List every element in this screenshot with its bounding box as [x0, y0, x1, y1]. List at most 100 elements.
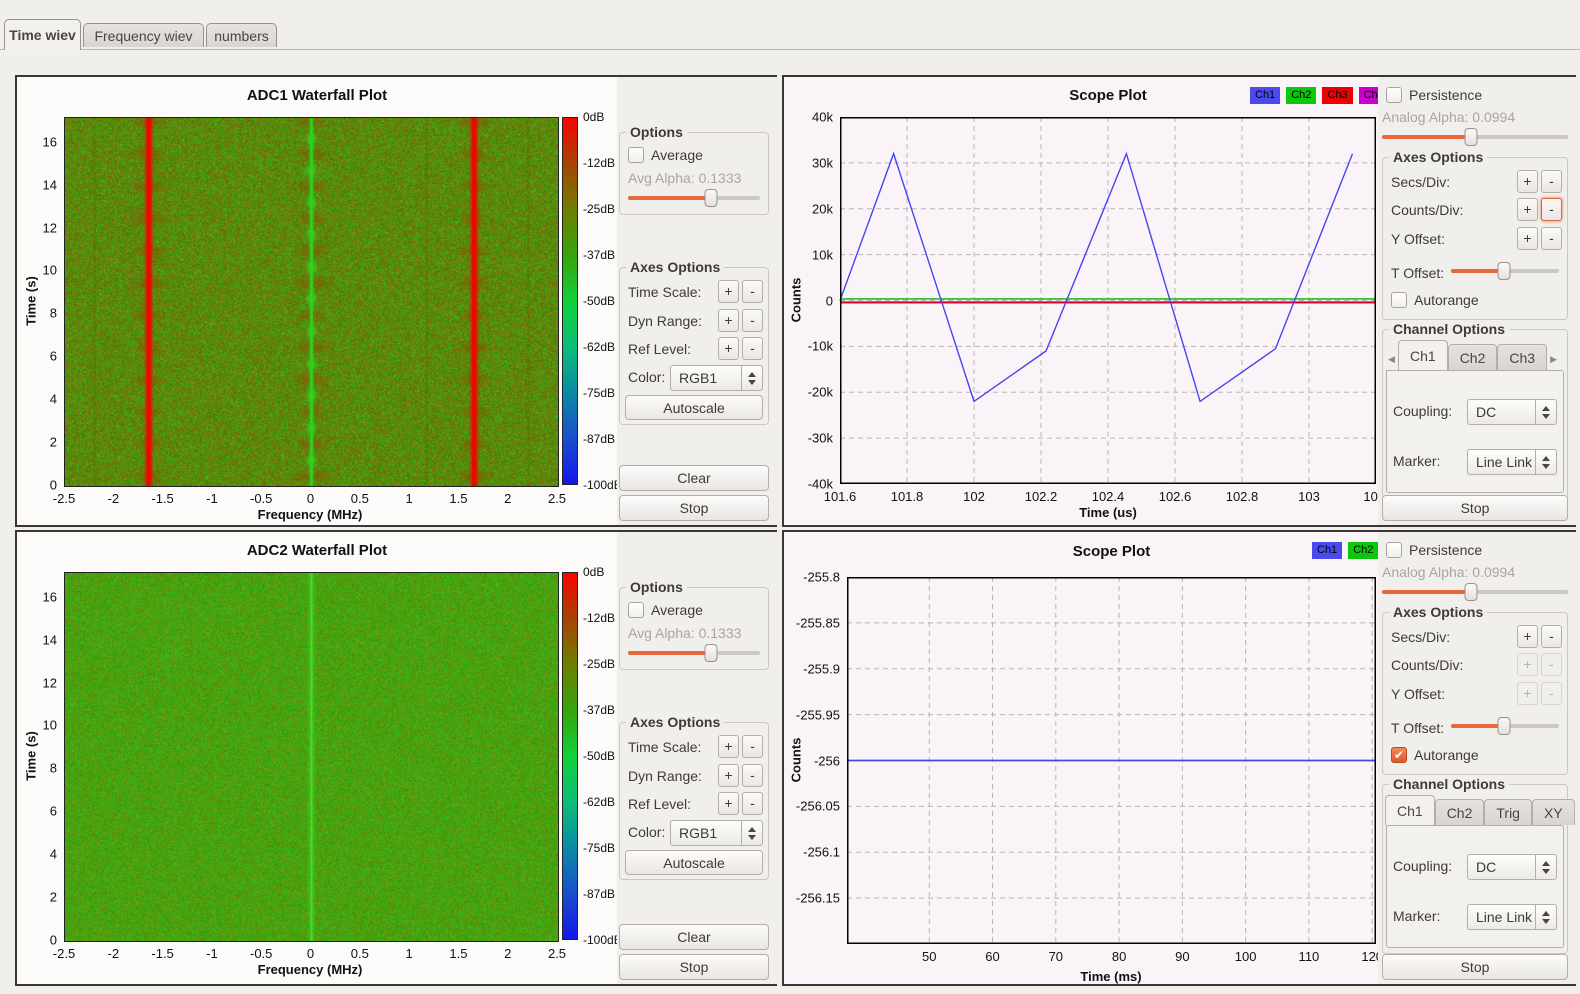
legend-chip-ch1: Ch1 — [1250, 87, 1280, 104]
spinbox-arrows-icon[interactable] — [1535, 855, 1556, 879]
clear-button[interactable]: Clear — [619, 465, 769, 491]
dyn-range-minus-button[interactable]: - — [742, 309, 763, 332]
analog-alpha-slider[interactable] — [1382, 128, 1568, 146]
counts-div-plus-button[interactable]: + — [1517, 653, 1538, 676]
ref-level-plus-button[interactable]: + — [718, 792, 739, 815]
colorbar-label: -87dB — [583, 432, 615, 446]
secs-div-label: Secs/Div: — [1391, 629, 1450, 645]
channel-tab-ch2[interactable]: Ch2 — [1448, 344, 1498, 370]
autoscale-button[interactable]: Autoscale — [625, 395, 763, 420]
coupling-spinbox[interactable]: DC — [1467, 854, 1557, 880]
stop-button[interactable]: Stop — [1382, 495, 1568, 521]
slider-handle[interactable] — [1465, 128, 1478, 146]
scope1-plot: Scope Plot Ch1Ch2Ch3Ch4 Counts Time (us)… — [784, 77, 1378, 525]
color-spinbox[interactable]: RGB1 — [670, 820, 763, 846]
channel-tab-ch3[interactable]: Ch3 — [1497, 344, 1547, 370]
colorbar-label: -75dB — [583, 841, 615, 855]
stop-button[interactable]: Stop — [619, 495, 769, 521]
autorange-checkbox[interactable]: Autorange — [1391, 292, 1479, 308]
analog-alpha-slider[interactable] — [1382, 583, 1568, 601]
checkbox-box[interactable]: ✔ — [1391, 747, 1407, 763]
slider-handle[interactable] — [705, 644, 718, 662]
avg-alpha-slider[interactable] — [628, 644, 760, 662]
slider-handle[interactable] — [1465, 583, 1478, 601]
time-scale-minus-button[interactable]: - — [742, 280, 763, 303]
average-checkbox[interactable]: Average — [628, 147, 703, 163]
ref-level-minus-button[interactable]: - — [742, 792, 763, 815]
spinbox-arrows-icon[interactable] — [741, 821, 762, 845]
ref-level-minus-button[interactable]: - — [742, 337, 763, 360]
counts-div-minus-button[interactable]: - — [1541, 198, 1562, 221]
tick-label: -256.05 — [784, 799, 840, 814]
spinbox-arrows-icon[interactable] — [741, 366, 762, 390]
slider-handle[interactable] — [1497, 262, 1510, 280]
slider-handle[interactable] — [705, 189, 718, 207]
secs-div-minus-button[interactable]: - — [1541, 170, 1562, 193]
channel-tab-ch1[interactable]: Ch1 — [1398, 340, 1448, 370]
checkbox-box[interactable] — [628, 147, 644, 163]
stop-button[interactable]: Stop — [1382, 954, 1568, 980]
stop-button[interactable]: Stop — [619, 954, 769, 980]
tick-label: 110 — [1299, 949, 1320, 964]
persistence-checkbox[interactable]: Persistence — [1386, 87, 1482, 103]
time-scale-plus-button[interactable]: + — [718, 735, 739, 758]
channel-tabs-scroll-right-icon[interactable]: ▶ — [1547, 348, 1560, 370]
tick-label: 1 — [405, 491, 412, 506]
groupbox-title: Axes Options — [626, 259, 724, 275]
marker-spinbox[interactable]: Line Link — [1467, 904, 1557, 930]
slider-handle[interactable] — [1497, 717, 1510, 735]
tick-label: 1.5 — [449, 946, 467, 961]
tick-label: 80 — [1112, 949, 1126, 964]
dyn-range-label: Dyn Range: — [628, 313, 702, 329]
adc2-waterfall-panel: ADC2 Waterfall Plot Time (s) Frequency (… — [15, 530, 777, 986]
y-offset-plus-button[interactable]: + — [1517, 227, 1538, 250]
tick-label: 120 — [1361, 949, 1378, 964]
spinbox-arrows-icon[interactable] — [1535, 400, 1556, 424]
autoscale-button[interactable]: Autoscale — [625, 850, 763, 875]
secs-div-plus-button[interactable]: + — [1517, 625, 1538, 648]
checkbox-box[interactable] — [1386, 87, 1402, 103]
tab-numbers[interactable]: numbers — [206, 23, 277, 47]
channel-tab-xy[interactable]: XY — [1532, 799, 1575, 825]
tab-time-view[interactable]: Time wiev — [4, 19, 81, 50]
marker-spinbox[interactable]: Line Link — [1467, 449, 1557, 475]
t-offset-slider[interactable] — [1451, 262, 1559, 280]
y-offset-minus-button[interactable]: - — [1541, 227, 1562, 250]
coupling-spinbox[interactable]: DC — [1467, 399, 1557, 425]
dyn-range-plus-button[interactable]: + — [718, 309, 739, 332]
spinbox-arrows-icon[interactable] — [1535, 905, 1556, 929]
dyn-range-plus-button[interactable]: + — [718, 764, 739, 787]
avg-alpha-slider[interactable] — [628, 189, 760, 207]
time-scale-minus-button[interactable]: - — [742, 735, 763, 758]
clear-button[interactable]: Clear — [619, 924, 769, 950]
channel-tab-trig[interactable]: Trig — [1484, 799, 1532, 825]
spinbox-arrows-icon[interactable] — [1535, 450, 1556, 474]
ref-level-label: Ref Level: — [628, 341, 691, 357]
tick-label: 0 — [307, 946, 314, 961]
y-offset-minus-button[interactable]: - — [1541, 682, 1562, 705]
y-offset-plus-button[interactable]: + — [1517, 682, 1538, 705]
autorange-checkbox[interactable]: ✔ Autorange — [1391, 747, 1479, 763]
t-offset-slider[interactable] — [1451, 717, 1559, 735]
tab-frequency-view[interactable]: Frequency wiev — [83, 23, 204, 47]
channel-tab-ch2[interactable]: Ch2 — [1435, 799, 1485, 825]
scope2-panel: Scope Plot Ch1Ch2 Counts Time (ms) 50607… — [782, 530, 1576, 986]
colorbar-label: -75dB — [583, 386, 615, 400]
checkbox-label: Persistence — [1409, 87, 1482, 103]
checkbox-box[interactable] — [1391, 292, 1407, 308]
average-checkbox[interactable]: Average — [628, 602, 703, 618]
checkbox-box[interactable] — [1386, 542, 1402, 558]
ref-level-plus-button[interactable]: + — [718, 337, 739, 360]
secs-div-plus-button[interactable]: + — [1517, 170, 1538, 193]
secs-div-minus-button[interactable]: - — [1541, 625, 1562, 648]
persistence-checkbox[interactable]: Persistence — [1386, 542, 1482, 558]
time-scale-plus-button[interactable]: + — [718, 280, 739, 303]
channel-tabs-scroll-left-icon[interactable]: ◀ — [1385, 348, 1398, 370]
color-spinbox[interactable]: RGB1 — [670, 365, 763, 391]
counts-div-plus-button[interactable]: + — [1517, 198, 1538, 221]
checkbox-box[interactable] — [628, 602, 644, 618]
channel-tab-ch1[interactable]: Ch1 — [1385, 795, 1435, 825]
time-scale-label: Time Scale: — [628, 284, 701, 300]
dyn-range-minus-button[interactable]: - — [742, 764, 763, 787]
counts-div-minus-button[interactable]: - — [1541, 653, 1562, 676]
